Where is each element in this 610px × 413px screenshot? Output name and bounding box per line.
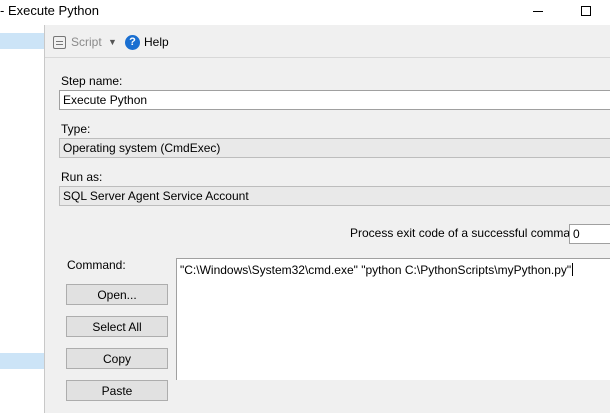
paste-button[interactable]: Paste xyxy=(66,380,168,401)
step-name-input[interactable]: Execute Python xyxy=(59,90,610,110)
help-label: Help xyxy=(144,35,169,49)
open-button[interactable]: Open... xyxy=(66,284,168,305)
type-value: Operating system (CmdExec) xyxy=(63,141,221,155)
step-name-value: Execute Python xyxy=(63,93,148,107)
page-list-item-selected[interactable] xyxy=(0,33,44,49)
script-label: Script xyxy=(71,35,102,49)
run-as-label: Run as: xyxy=(61,170,103,184)
toolbar: Script ▼ ? Help xyxy=(45,25,610,58)
main-area: Script ▼ ? Help Step name: Execute Pytho… xyxy=(45,25,610,413)
maximize-icon xyxy=(581,6,591,16)
exit-code-label: Process exit code of a successful comman… xyxy=(350,226,587,240)
text-caret xyxy=(572,263,574,276)
command-label: Command: xyxy=(67,258,126,272)
run-as-select[interactable]: SQL Server Agent Service Account xyxy=(59,186,610,206)
script-icon xyxy=(53,35,66,49)
help-icon: ? xyxy=(125,34,140,50)
type-label: Type: xyxy=(61,122,91,136)
type-select[interactable]: Operating system (CmdExec) xyxy=(59,138,610,158)
copy-button[interactable]: Copy xyxy=(66,348,168,369)
command-text: "C:\Windows\System32\cmd.exe" "python C:… xyxy=(180,263,572,277)
title-bar: - Execute Python xyxy=(0,0,610,25)
maximize-button[interactable] xyxy=(568,0,604,22)
job-step-dialog: - Execute Python Script ▼ ? Help Step na… xyxy=(0,0,610,413)
page-list-pane xyxy=(0,25,45,413)
run-as-value: SQL Server Agent Service Account xyxy=(63,189,249,203)
step-name-label: Step name: xyxy=(61,74,123,88)
page-list-item-highlight[interactable] xyxy=(0,353,44,369)
chevron-down-icon: ▼ xyxy=(108,37,117,47)
command-textarea[interactable]: "C:\Windows\System32\cmd.exe" "python C:… xyxy=(176,258,610,380)
exit-code-input[interactable]: 0 xyxy=(569,224,610,244)
help-button[interactable]: ? Help xyxy=(125,34,169,50)
script-button[interactable]: Script xyxy=(53,34,102,50)
script-dropdown-button[interactable]: ▼ xyxy=(108,34,117,50)
exit-code-value: 0 xyxy=(573,227,580,241)
minimize-button[interactable] xyxy=(520,0,556,22)
minimize-icon xyxy=(533,10,543,12)
select-all-button[interactable]: Select All xyxy=(66,316,168,337)
window-title: - Execute Python xyxy=(0,3,99,18)
